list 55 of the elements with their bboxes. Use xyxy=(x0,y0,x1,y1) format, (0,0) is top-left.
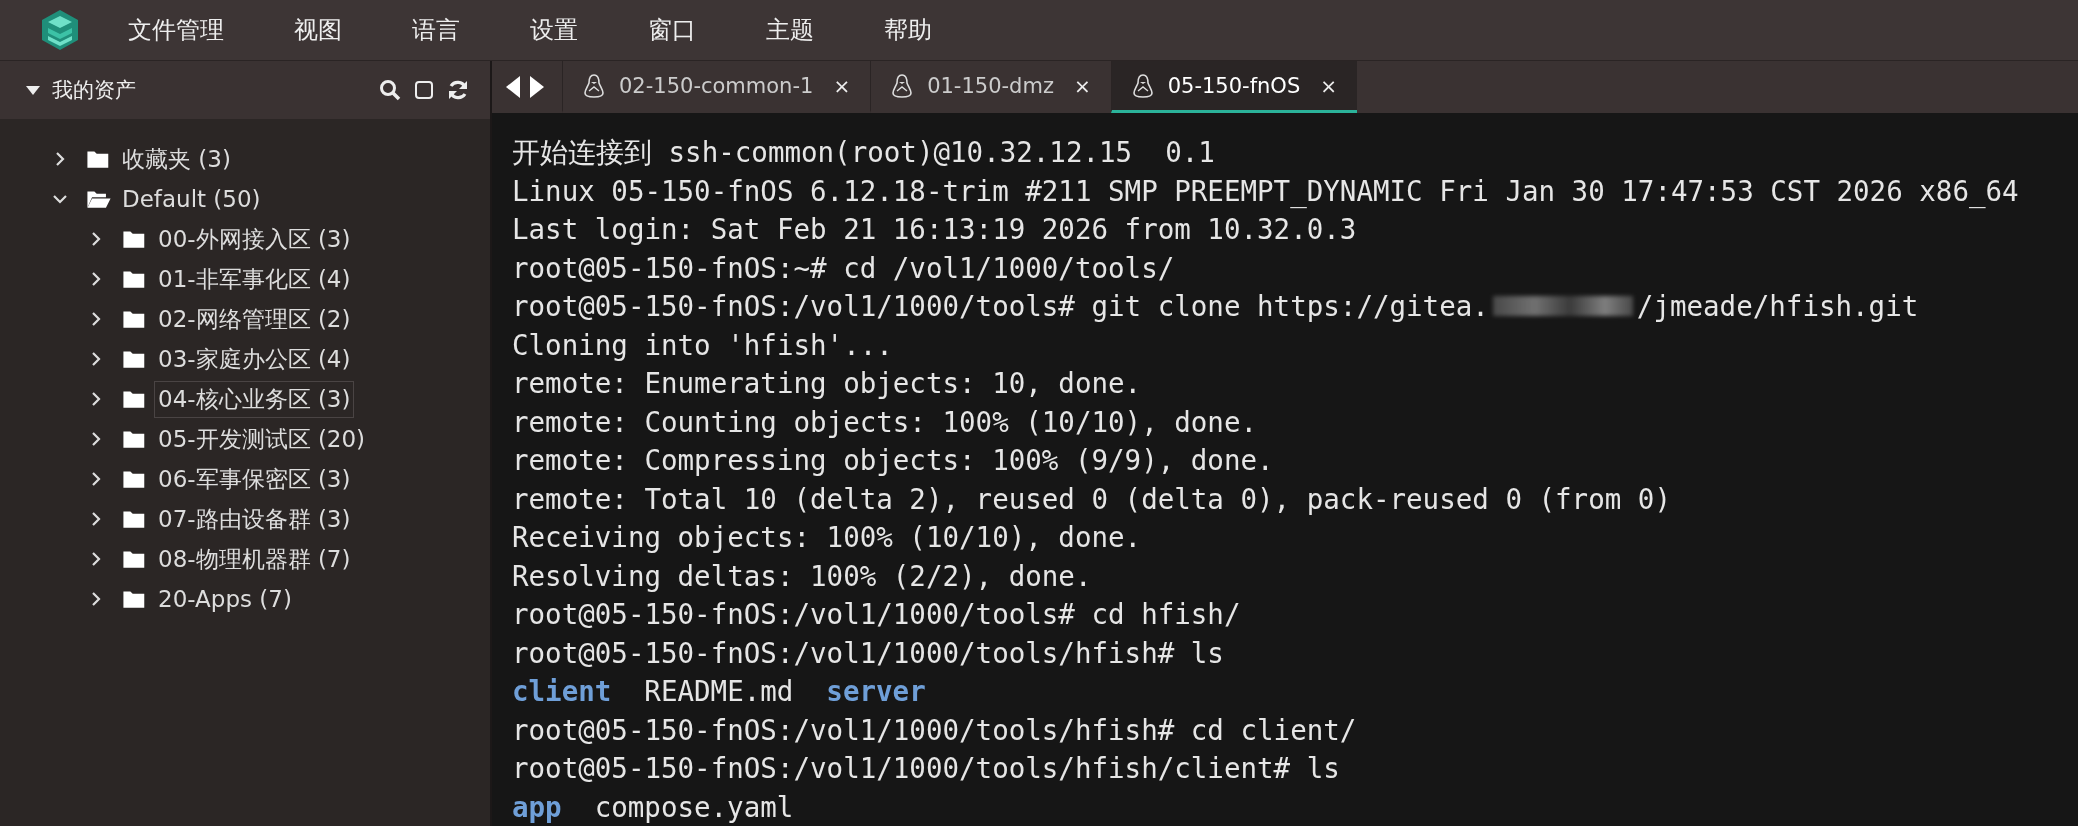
menu-item[interactable]: 帮助 xyxy=(880,10,936,50)
menu-item[interactable]: 文件管理 xyxy=(124,10,228,50)
terminal-text: Resolving deltas: 100% (2/2), done. xyxy=(512,558,1092,594)
tree-item[interactable]: 04-核心业务区 (3) xyxy=(154,380,355,418)
terminal-text: remote: Enumerating objects: 10, done. xyxy=(512,366,1142,401)
tree-item[interactable]: Default (50) xyxy=(118,183,265,215)
terminal-text: Cloning into 'hfish'... xyxy=(512,327,893,363)
tab[interactable]: 02-150-common-1 × xyxy=(562,61,871,113)
tree-item[interactable]: 00-外网接入区 (3) xyxy=(154,220,355,258)
square-icon[interactable] xyxy=(412,78,436,102)
penguin-icon xyxy=(891,72,914,99)
tree-item[interactable]: 收藏夹 (3) xyxy=(118,140,235,178)
terminal-text: /jmeade/hfish.git xyxy=(1636,289,1919,324)
terminal-text: remote: Counting objects: 100% (10/10), done. xyxy=(512,404,1258,440)
menu-item[interactable]: 语言 xyxy=(408,10,464,50)
penguin-icon xyxy=(1131,72,1154,99)
sidebar-title: 我的资产 xyxy=(52,77,137,104)
menu-item[interactable]: 主题 xyxy=(762,10,818,50)
terminal-text: Receiving objects: 100% (10/10), done. xyxy=(512,520,1142,555)
directory-name: client xyxy=(512,674,612,709)
menu-item[interactable]: 视图 xyxy=(290,10,346,50)
terminal-text: Last login: Sat Feb 21 16:13:19 2026 from 10.32.0.3 xyxy=(512,212,1357,247)
terminal-text: Linux 05-150-fnOS 6.12.18-trim #211 SMP PREEMPT_DYNAMIC Fri Jan 30 17:47:53 CST 2026 x86_64 xyxy=(512,173,2019,210)
tree-item[interactable]: 20-Apps (7) xyxy=(154,583,296,615)
terminal-text: compose.yaml xyxy=(594,789,794,825)
tab[interactable]: 01-150-dmz × xyxy=(870,61,1111,113)
close-icon[interactable]: × xyxy=(827,73,851,98)
tree-item[interactable]: 07-路由设备群 (3) xyxy=(154,500,355,538)
terminal-text: root@05-150-fnOS:/vol1/1000/tools/hfish# cd client/ xyxy=(512,712,1357,748)
menu-item[interactable]: 窗口 xyxy=(644,10,700,50)
terminal-text: remote: Compressing objects: 100% (9/9), done. xyxy=(512,443,1274,478)
open-folder-icon xyxy=(86,188,112,210)
tab[interactable]: 05-150-fnOS × xyxy=(1110,61,1357,113)
close-icon[interactable]: × xyxy=(1067,73,1091,98)
menu-item[interactable]: 设置 xyxy=(526,10,582,50)
directory-name: app xyxy=(512,789,562,825)
terminal-text: 开始连接到 ssh-common(root)@10.32.12.15 0.1 xyxy=(512,135,1215,170)
tree-item[interactable]: 01-非军事化区 (4) xyxy=(154,260,355,298)
tree-item[interactable]: 06-军事保密区 (3) xyxy=(154,460,355,498)
tree-item[interactable]: 02-网络管理区 (2) xyxy=(154,300,355,338)
close-icon[interactable]: × xyxy=(1314,73,1337,98)
terminal-text: README.md xyxy=(644,674,794,709)
terminal-text: root@05-150-fnOS:/vol1/1000/tools# git clone https://gitea. xyxy=(512,289,1489,324)
search-icon[interactable] xyxy=(378,78,402,102)
terminal-text: root@05-150-fnOS:/vol1/1000/tools# cd hfish/ xyxy=(512,597,1241,632)
terminal-text: remote: Total 10 (delta 2), reused 0 (delta 0), pack-reused 0 (from 0) xyxy=(512,481,1671,517)
terminal-text: root@05-150-fnOS:/vol1/1000/tools/hfish# ls xyxy=(512,635,1224,671)
tree-item[interactable]: 03-家庭办公区 (4) xyxy=(154,340,355,378)
tree-item[interactable]: 05-开发测试区 (20) xyxy=(154,420,370,458)
tree-item[interactable]: 08-物理机器群 (7) xyxy=(154,540,355,578)
directory-name: server xyxy=(826,674,926,709)
terminal-text: root@05-150-fnOS:/vol1/1000/tools/hfish/client# ls xyxy=(512,751,1340,786)
terminal-text: root@05-150-fnOS:~# cd /vol1/1000/tools/ xyxy=(512,250,1175,286)
refresh-icon[interactable] xyxy=(446,78,470,102)
penguin-icon xyxy=(583,72,605,99)
